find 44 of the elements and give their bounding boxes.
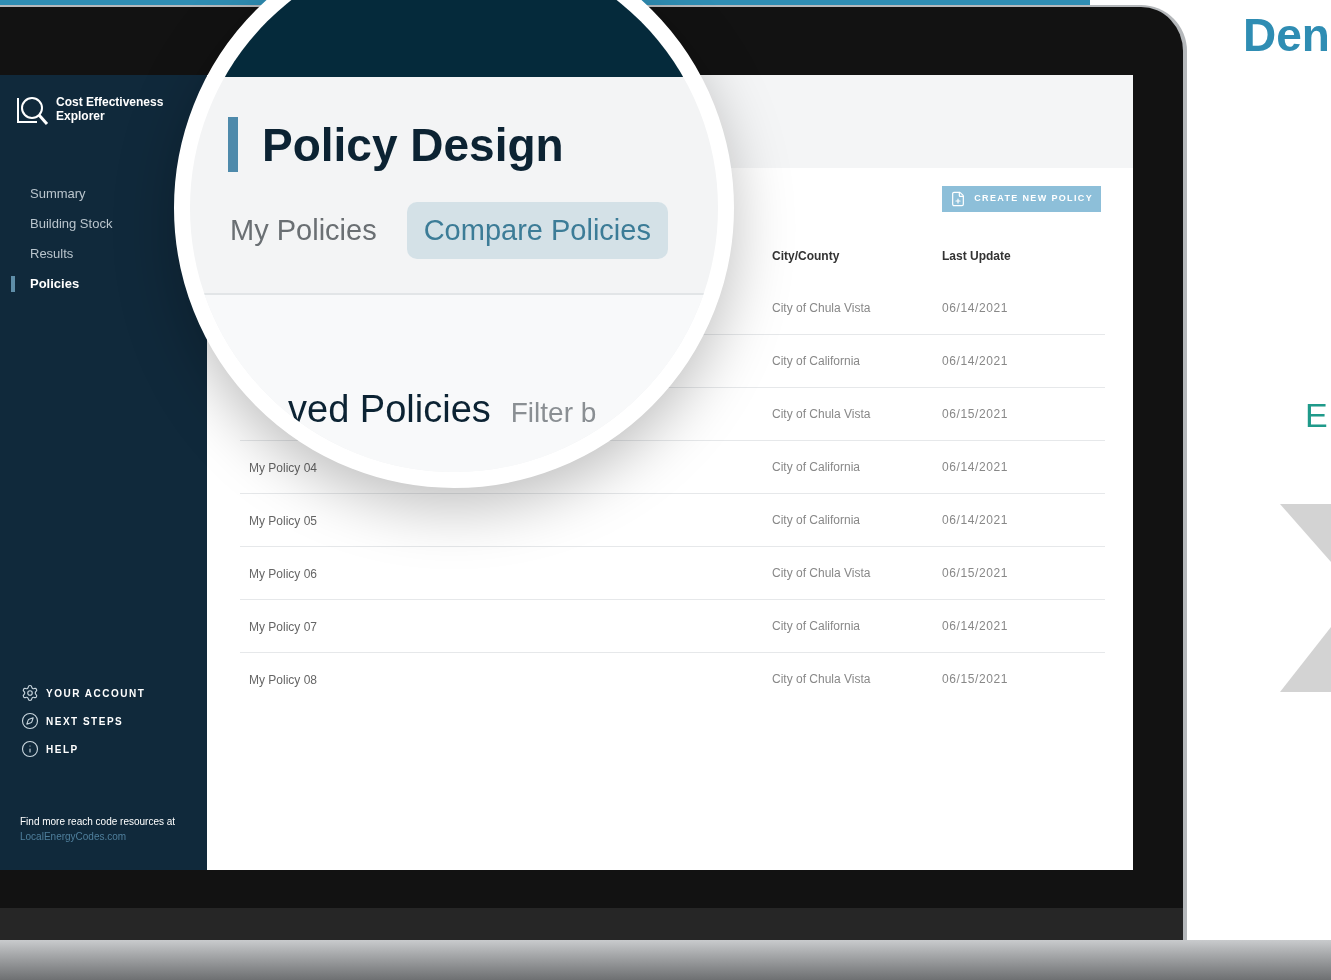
compass-icon — [21, 712, 39, 730]
policy-name: My Policy 08 — [249, 673, 318, 687]
date-cell-text: 06/14/2021 — [942, 618, 1009, 635]
city-cell-text: City of Chula Vista — [772, 406, 872, 423]
city-cell-text: City of California — [772, 618, 862, 635]
policy-name: My Policy 05 — [249, 514, 318, 528]
settings-icon — [21, 684, 39, 702]
tab[interactable]: My Policies — [230, 202, 377, 259]
date-cell-text: 06/14/2021 — [942, 353, 1009, 370]
filter-label: Filter b — [510, 396, 597, 430]
date-cell-text: 06/14/2021 — [942, 299, 1009, 317]
sidebar-item[interactable]: Summary — [30, 184, 86, 204]
title-accent-bar — [228, 117, 238, 172]
info-icon — [21, 740, 39, 758]
policy-name: My Policy 06 — [249, 567, 318, 581]
date-cell-text: 06/15/2021 — [942, 406, 1009, 423]
column-header: City/County — [772, 248, 841, 265]
policy-name: My Policy 07 — [249, 620, 318, 634]
footer-link[interactable]: LocalEnergyCodes.com — [20, 829, 207, 844]
promo-heading: Den — [1243, 12, 1331, 58]
city-cell-text: City of Chula Vista — [772, 671, 872, 688]
date-cell-text: 06/15/2021 — [942, 671, 1009, 688]
column-header: Last Update — [942, 248, 1011, 265]
city-cell-text: City of California — [772, 459, 862, 476]
sidebar-link[interactable]: HELP — [21, 740, 207, 758]
footer-text: Find more reach code resources at — [20, 815, 177, 829]
city-cell-text: City of California — [772, 353, 862, 370]
active-indicator — [11, 276, 15, 292]
date-cell-text: 06/14/2021 — [942, 459, 1009, 476]
sidebar-item[interactable]: Policies — [30, 274, 80, 294]
sidebar-item[interactable]: Results — [30, 244, 74, 264]
sidebar-item[interactable]: Building Stock — [30, 214, 113, 234]
sidebar-link[interactable]: YOUR ACCOUNT — [21, 684, 207, 702]
sidebar-link[interactable]: NEXT STEPS — [21, 712, 207, 730]
city-cell-text: City of Chula Vista — [772, 299, 872, 317]
city-cell-text: City of Chula Vista — [772, 565, 872, 582]
date-cell-text: 06/15/2021 — [942, 565, 1009, 582]
file-plus-icon — [950, 191, 967, 207]
city-cell-text: City of California — [772, 512, 862, 529]
promo-subheading: E — [1305, 398, 1329, 432]
date-cell-text: 06/14/2021 — [942, 512, 1009, 529]
policy-name: My Policy 04 — [249, 461, 318, 475]
section-title: ved Policies — [288, 387, 491, 432]
app-name: Cost Effectiveness Explorer — [56, 95, 165, 123]
